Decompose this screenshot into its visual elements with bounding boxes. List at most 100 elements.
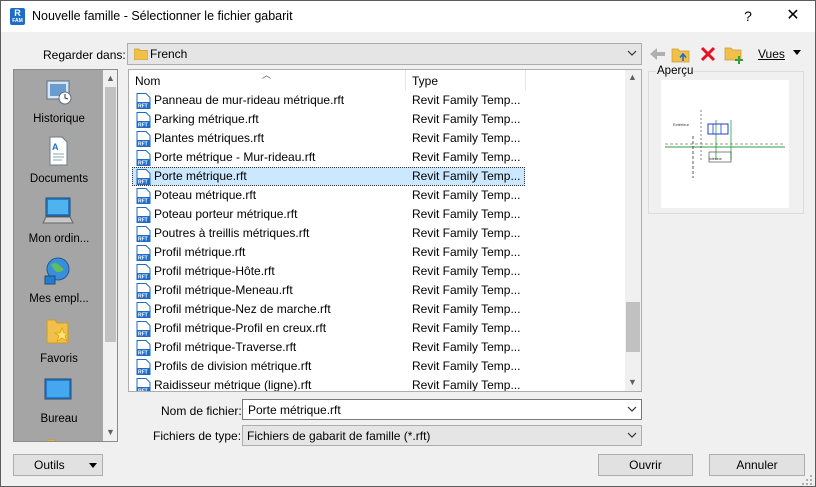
file-row[interactable]: RFT Profil métrique-Traverse.rft Revit Fam… [132, 338, 525, 357]
file-name: Profil métrique-Hôte.rft [154, 264, 275, 278]
rft-icon-text: RFT [138, 104, 148, 110]
back-arrow-icon[interactable] [646, 43, 670, 65]
places-scrollbar[interactable]: ▲ ▼ [103, 70, 117, 441]
place-desktop[interactable]: Bureau [14, 374, 104, 434]
app-icon-sub: FAM [12, 18, 23, 24]
rft-icon-text: RFT [138, 313, 148, 319]
file-type: Revit Family Temp... [412, 207, 521, 221]
file-row[interactable]: RFT Profil métrique-Hôte.rft Revit Family … [132, 262, 525, 281]
folder-up-icon[interactable] [669, 43, 693, 65]
file-row[interactable]: RFT Profil métrique-Profil en creux.rft Re… [132, 319, 525, 338]
place-label: Documents [29, 173, 89, 185]
tools-label: Outils [34, 458, 65, 472]
title-bar: R FAM Nouvelle famille - Sélectionner le… [1, 1, 815, 32]
tools-button[interactable]: Outils [13, 454, 103, 476]
rft-file-icon: RFT [136, 340, 151, 356]
history-icon [46, 80, 72, 105]
rft-icon-text: RFT [138, 123, 148, 129]
file-list-scrollbar[interactable]: ▲ ▼ [625, 70, 641, 391]
file-row[interactable]: RFT Plantes métriques.rft Revit Family Tem… [132, 129, 525, 148]
column-divider[interactable] [405, 70, 406, 90]
filetype-dropdown[interactable]: Fichiers de gabarit de famille (*.rft) [242, 425, 642, 446]
place-partial [14, 434, 104, 441]
rft-icon-text: RFT [138, 332, 148, 338]
file-name: Profil métrique-Nez de marche.rft [154, 302, 331, 316]
rft-icon-text: RFT [138, 161, 148, 167]
column-header: ︿ Nom Type [129, 70, 625, 90]
place-documents[interactable]: A Documents [14, 134, 104, 194]
close-button[interactable]: ✕ [771, 1, 815, 32]
filename-combo[interactable]: Porte métrique.rft [242, 399, 642, 420]
file-row[interactable]: RFT Porte métrique.rft Revit Family Temp..… [132, 167, 525, 186]
file-type: Revit Family Temp... [412, 112, 521, 126]
file-name: Profils de division métrique.rft [154, 359, 312, 373]
cancel-button[interactable]: Annuler [709, 454, 805, 476]
preview-thumbnail: Extérieur Intérieur [661, 80, 789, 208]
file-type: Revit Family Temp... [412, 245, 521, 259]
file-row[interactable]: RFT Poutres à treillis métriques.rft Revit… [132, 224, 525, 243]
documents-icon: A [49, 136, 68, 166]
chevron-down-icon[interactable] [626, 403, 638, 415]
rft-icon-text: RFT [138, 275, 148, 281]
place-favorites[interactable]: Favoris [14, 314, 104, 374]
preview-label-exterior: Extérieur [673, 122, 690, 127]
scroll-down-arrow-icon[interactable]: ▼ [628, 377, 637, 387]
folder-icon [134, 48, 148, 60]
file-row[interactable]: RFT Raidisseur métrique (ligne).rft Revit … [132, 376, 525, 393]
place-history[interactable]: Historique [14, 74, 104, 134]
file-name: Plantes métriques.rft [154, 131, 265, 145]
column-divider[interactable] [525, 70, 526, 90]
scroll-down-arrow-icon[interactable]: ▼ [106, 427, 115, 437]
place-label: Historique [33, 113, 85, 125]
file-row[interactable]: RFT Porte métrique - Mur-rideau.rft Revit … [132, 148, 525, 167]
rft-icon-text: RFT [138, 237, 148, 243]
open-button[interactable]: Ouvrir [598, 454, 693, 476]
place-computer[interactable]: Mon ordin... [14, 194, 104, 254]
new-folder-icon[interactable] [722, 43, 746, 65]
filename-value[interactable]: Porte métrique.rft [248, 403, 341, 417]
file-row[interactable]: RFT Profil métrique-Nez de marche.rft Revi… [132, 300, 525, 319]
file-row[interactable]: RFT Parking métrique.rft Revit Family Temp… [132, 110, 525, 129]
place-label: Bureau [40, 413, 78, 425]
chevron-down-icon[interactable] [626, 429, 638, 441]
rft-icon-text: RFT [138, 142, 148, 148]
rft-file-icon: RFT [136, 226, 151, 242]
rft-icon-text: RFT [138, 218, 148, 224]
scroll-thumb[interactable] [105, 87, 116, 342]
file-type: Revit Family Temp... [412, 302, 521, 316]
file-type: Revit Family Temp... [412, 169, 521, 183]
scroll-up-arrow-icon[interactable]: ▲ [628, 72, 637, 82]
desktop-icon [44, 378, 72, 400]
file-row[interactable]: RFT Profil métrique.rft Revit Family Temp.… [132, 243, 525, 262]
file-row[interactable]: RFT Panneau de mur-rideau métrique.rft Rev… [132, 91, 525, 110]
chevron-down-icon[interactable] [626, 47, 638, 59]
views-menu-button[interactable]: Vues [753, 43, 809, 65]
rft-file-icon: RFT [136, 93, 151, 109]
file-row[interactable]: RFT Poteau métrique.rft Revit Family Temp.… [132, 186, 525, 205]
rft-file-icon: RFT [136, 188, 151, 204]
file-list[interactable]: ︿ Nom Type RFT Panneau de mur-rideau métr… [128, 69, 642, 392]
file-name: Porte métrique - Mur-rideau.rft [154, 150, 316, 164]
file-open-dialog: R FAM Nouvelle famille - Sélectionner le… [0, 0, 816, 487]
column-type[interactable]: Type [412, 74, 438, 88]
file-row[interactable]: RFT Profils de division métrique.rft Revit… [132, 357, 525, 376]
scroll-up-arrow-icon[interactable]: ▲ [106, 73, 115, 83]
file-type: Revit Family Temp... [412, 359, 521, 373]
resize-grip-icon[interactable] [801, 474, 813, 486]
lookin-dropdown[interactable]: French [127, 43, 642, 65]
file-name: Profil métrique.rft [154, 245, 246, 259]
column-name[interactable]: Nom [135, 74, 160, 88]
file-row[interactable]: RFT Profil métrique-Meneau.rft Revit Famil… [132, 281, 525, 300]
place-network[interactable]: Mes empl... [14, 254, 104, 314]
file-type: Revit Family Temp... [412, 150, 521, 164]
file-type: Revit Family Temp... [412, 264, 521, 278]
rft-file-icon: RFT [136, 245, 151, 261]
rft-icon-text: RFT [138, 389, 148, 393]
scroll-thumb[interactable] [626, 302, 640, 352]
delete-icon[interactable] [696, 43, 720, 65]
help-button[interactable]: ? [725, 1, 771, 32]
place-label: Favoris [40, 353, 78, 365]
file-row[interactable]: RFT Poteau porteur métrique.rft Revit Fami… [132, 205, 525, 224]
file-name: Parking métrique.rft [154, 112, 259, 126]
rft-file-icon: RFT [136, 283, 151, 299]
